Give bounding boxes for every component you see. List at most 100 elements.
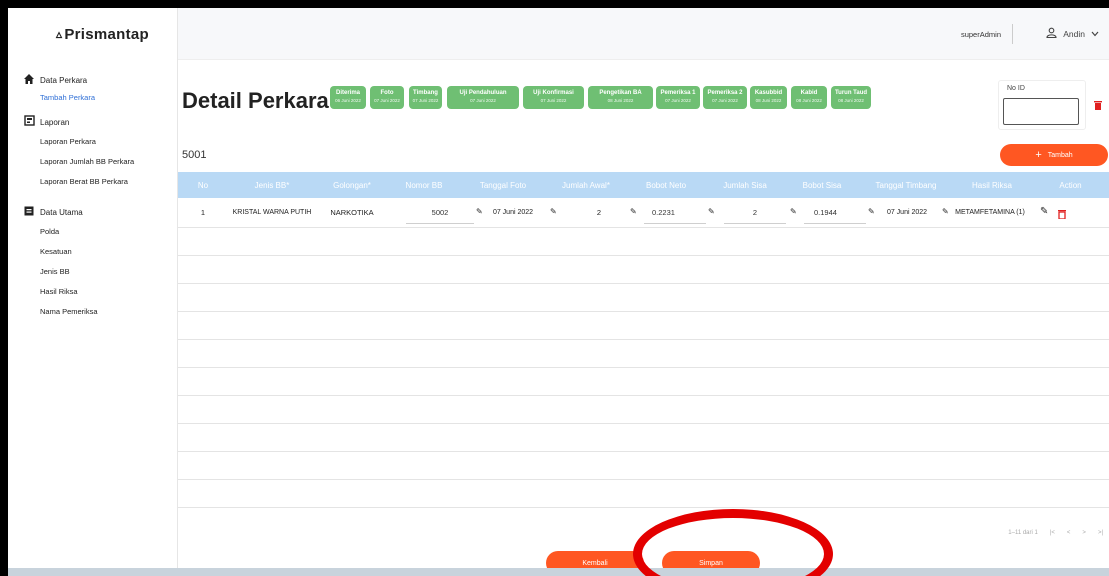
stage-date: 07 Juni 2022 — [540, 98, 567, 103]
sidebar-item-laporan-berat-bb[interactable]: Laporan Berat BB Perkara — [8, 172, 178, 192]
edit-pencil-icon[interactable]: ✎ — [790, 207, 797, 216]
role-label: superAdmin — [960, 30, 1001, 39]
stage-date: 07 Juni 2022 — [665, 98, 691, 103]
column-header: Tanggal Timbang — [875, 180, 937, 190]
sidebar-item-laporan-jumlah-bb[interactable]: Laporan Jumlah BB Perkara — [8, 152, 178, 172]
stage-badge-kabid: Kabid 08 Juni 2022 — [791, 86, 827, 109]
table-row-empty — [178, 368, 1109, 396]
topbar-divider — [1012, 24, 1013, 44]
table-row-empty — [178, 480, 1109, 508]
next-page-button[interactable]: > — [1082, 530, 1086, 536]
bobot-sisa-field[interactable]: 0.1944 — [804, 202, 866, 224]
column-header: Jumlah Sisa — [723, 180, 767, 190]
app-name: Prismantap — [64, 25, 150, 43]
sidebar-item-tambah-perkara[interactable]: Tambah Perkara — [8, 90, 178, 106]
sidebar: ▵ Prismantap Data Perkara Tambah Perkara… — [8, 8, 178, 576]
plus-icon: + — [1035, 149, 1042, 161]
chevron-down-icon — [1091, 29, 1099, 39]
table-row-empty — [178, 340, 1109, 368]
table-row-empty — [178, 284, 1109, 312]
sidebar-group-data-perkara: Data Perkara Tambah Perkara — [8, 70, 178, 106]
home-icon — [24, 73, 40, 87]
column-header: Bobot Sisa — [802, 180, 842, 190]
sidebar-head-data-perkara[interactable]: Data Perkara — [8, 70, 178, 90]
stage-date: 08 Juni 2022 — [796, 98, 822, 103]
stage-badge-turun-taud: Turun Taud 08 Juni 2022 — [831, 86, 871, 109]
table-row-empty — [178, 312, 1109, 340]
user-icon — [1046, 27, 1057, 40]
jumlah-sisa-field[interactable]: 2 — [724, 202, 786, 224]
prev-page-button[interactable]: < — [1067, 530, 1071, 536]
stage-label: Pemeriksa 2 — [707, 90, 743, 96]
no-id-label: No ID — [1007, 85, 1025, 92]
stage-label: Kasubbid — [754, 90, 783, 96]
column-header: Jumlah Awal* — [562, 180, 610, 190]
trash-icon[interactable] — [1094, 100, 1102, 113]
column-header: Golongan* — [333, 180, 371, 190]
cell-jumlah-awal: 2 — [596, 208, 602, 217]
first-page-button[interactable]: |< — [1050, 530, 1055, 536]
stage-label: Kabid — [800, 90, 818, 96]
main-content: Detail Perkara Diterima 06 Juni 2022 Fot… — [178, 60, 1109, 576]
stage-badge-uji-konfirmasi: Uji Konfirmasi 07 Juni 2022 — [523, 86, 584, 109]
sidebar-item-jenis-bb[interactable]: Jenis BB — [8, 262, 178, 282]
user-menu[interactable]: Andin — [1046, 27, 1099, 40]
stage-label: Turun Taud — [834, 90, 868, 96]
pagination: 1–11 dari 1 |< < > >| — [1008, 530, 1103, 536]
stage-date: 07 Juni 2022 — [470, 98, 496, 103]
cell-tanggal-foto: 07 Juni 2022 — [492, 209, 534, 216]
last-page-button[interactable]: >| — [1098, 530, 1103, 536]
column-header: Action — [1059, 180, 1082, 190]
cell-no: 1 — [200, 208, 206, 217]
edit-pencil-icon[interactable]: ✎ — [942, 207, 949, 216]
cell-golongan: NARKOTIKA — [330, 208, 374, 217]
edit-pencil-icon[interactable]: ✎ — [1040, 206, 1048, 217]
edit-pencil-icon[interactable]: ✎ — [550, 207, 557, 216]
sidebar-item-laporan-perkara[interactable]: Laporan Perkara — [8, 132, 178, 152]
no-id-card: No ID — [998, 80, 1086, 130]
no-id-input[interactable] — [1003, 98, 1079, 125]
nomor-bb-field[interactable]: 5002 — [406, 202, 474, 224]
stage-date: 06 Juni 2022 — [335, 98, 361, 103]
sidebar-item-nama-pemeriksa[interactable]: Nama Pemeriksa — [8, 302, 178, 322]
sidebar-head-label: Data Utama — [40, 207, 83, 217]
stage-date: 07 Juni 2022 — [712, 98, 738, 103]
stage-date: 08 Juni 2022 — [755, 98, 782, 103]
stage-badge-pemeriksa-2: Pemeriksa 2 07 Juni 2022 — [703, 86, 747, 109]
stage-badge-foto: Foto 07 Juni 2022 — [370, 86, 404, 109]
stage-label: Uji Pendahuluan — [459, 90, 507, 96]
cell-hasil-riksa: METAMFETAMINA (1) — [955, 209, 1025, 216]
sidebar-group-data-utama: Data Utama Polda Kesatuan Jenis BB Hasil… — [8, 202, 178, 322]
pagination-range: 1–11 dari 1 — [1008, 530, 1038, 536]
table-row-empty — [178, 228, 1109, 256]
topbar: superAdmin Andin — [178, 8, 1109, 60]
bottom-strip — [8, 568, 1109, 576]
edit-pencil-icon[interactable]: ✎ — [708, 207, 715, 216]
edit-pencil-icon[interactable]: ✎ — [630, 207, 637, 216]
stage-badge-timbang: Timbang 07 Juni 2022 — [409, 86, 442, 109]
table-row-empty — [178, 396, 1109, 424]
table-header: No Jenis BB* Golongan* Nomor BB Tanggal … — [178, 172, 1109, 198]
sidebar-head-data-utama[interactable]: Data Utama — [8, 202, 178, 222]
user-name: Andin — [1063, 28, 1085, 39]
sidebar-item-kesatuan[interactable]: Kesatuan — [8, 242, 178, 262]
cell-jenis-bb: KRISTAL WARNA PUTIH — [232, 208, 312, 216]
sidebar-head-laporan[interactable]: Laporan — [8, 112, 178, 132]
logo[interactable]: ▵ Prismantap — [8, 8, 177, 60]
edit-pencil-icon[interactable]: ✎ — [868, 207, 875, 216]
add-button[interactable]: + Tambah — [1000, 144, 1108, 166]
stage-date: 07 Juni 2022 — [412, 98, 439, 103]
sidebar-group-laporan: Laporan Laporan Perkara Laporan Jumlah B… — [8, 112, 178, 192]
add-button-label: Tambah — [1047, 151, 1073, 159]
delete-row-icon[interactable] — [1058, 209, 1066, 221]
column-header: Bobot Neto — [645, 180, 687, 190]
stage-badge-pengetikan-ba: Pengetikan BA 08 Juni 2022 — [588, 86, 653, 109]
sidebar-item-polda[interactable]: Polda — [8, 222, 178, 242]
case-number: 5001 — [182, 149, 207, 161]
stage-badge-uji-pendahuluan: Uji Pendahuluan 07 Juni 2022 — [447, 86, 519, 109]
stage-label: Timbang — [413, 90, 438, 96]
stage-date: 07 Juni 2022 — [374, 98, 400, 103]
column-header: Jenis BB* — [254, 180, 290, 190]
bobot-neto-field[interactable]: 0.2231 — [644, 202, 706, 224]
sidebar-item-hasil-riksa[interactable]: Hasil Riksa — [8, 282, 178, 302]
